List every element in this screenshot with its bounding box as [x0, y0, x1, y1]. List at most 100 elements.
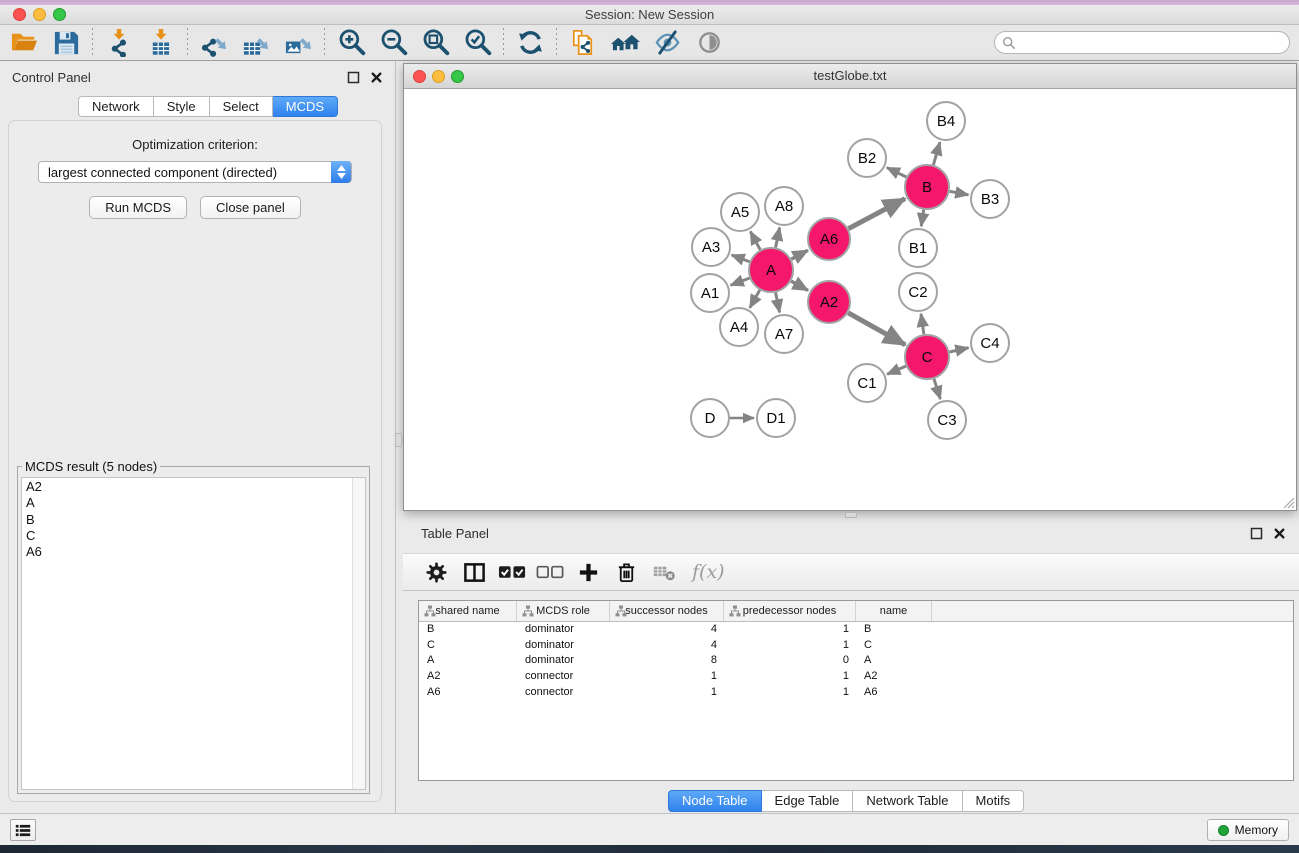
column-layout-icon[interactable]	[460, 558, 489, 587]
import-network-icon[interactable]	[103, 27, 135, 59]
tab-select[interactable]: Select	[210, 96, 273, 117]
column-header-predecessor-nodes[interactable]: predecessor nodes	[724, 601, 856, 621]
edge-B-B1[interactable]	[921, 210, 923, 226]
mcds-result-item[interactable]: B	[26, 512, 365, 528]
table-row[interactable]: Cdominator41C	[419, 638, 1293, 654]
table-row[interactable]: Bdominator41B	[419, 622, 1293, 638]
table-cell[interactable]: 1	[724, 669, 856, 685]
close-panel-button[interactable]: Close panel	[200, 196, 301, 219]
node-C3[interactable]: C3	[928, 401, 966, 439]
delete-column-icon[interactable]	[612, 558, 641, 587]
table-row[interactable]: Adominator80A	[419, 653, 1293, 669]
zoom-selected-icon[interactable]	[461, 27, 493, 59]
table-cell[interactable]: 1	[610, 685, 724, 701]
table-cell[interactable]: connector	[517, 669, 610, 685]
show-panel-list-button[interactable]	[10, 819, 36, 841]
table-cell[interactable]: A	[419, 653, 517, 669]
save-session-icon[interactable]	[50, 27, 82, 59]
deselect-all-checkboxes-icon[interactable]	[536, 558, 565, 587]
edge-A6-B[interactable]	[848, 199, 904, 229]
result-list-scrollbar[interactable]	[352, 478, 365, 789]
search-input[interactable]	[1016, 33, 1289, 52]
node-B1[interactable]: B1	[899, 229, 937, 267]
table-cell[interactable]: 1	[724, 685, 856, 701]
mcds-result-item[interactable]: A6	[26, 544, 365, 560]
node-A5[interactable]: A5	[721, 193, 759, 231]
column-header-successor-nodes[interactable]: successor nodes	[610, 601, 724, 621]
edge-C-C3[interactable]	[934, 379, 940, 399]
table-cell[interactable]: C	[856, 638, 932, 654]
node-A2[interactable]: A2	[808, 281, 850, 323]
birds-eye-view-icon[interactable]	[693, 27, 725, 59]
node-D[interactable]: D	[691, 399, 729, 437]
open-session-icon[interactable]	[8, 27, 40, 59]
edge-C-C1[interactable]	[887, 366, 906, 374]
edge-A-A6[interactable]	[791, 250, 808, 259]
table-cell[interactable]: A6	[856, 685, 932, 701]
column-header-MCDS-role[interactable]: MCDS role	[517, 601, 610, 621]
node-A1[interactable]: A1	[691, 274, 729, 312]
vertical-splitter-handle[interactable]	[395, 433, 402, 447]
mcds-result-item[interactable]: C	[26, 528, 365, 544]
zoom-fit-icon[interactable]	[419, 27, 451, 59]
node-C2[interactable]: C2	[899, 273, 937, 311]
node-C4[interactable]: C4	[971, 324, 1009, 362]
table-cell[interactable]: dominator	[517, 638, 610, 654]
run-mcds-button[interactable]: Run MCDS	[89, 196, 187, 219]
node-B[interactable]: B	[905, 165, 949, 209]
import-table-icon[interactable]	[145, 27, 177, 59]
table-cell[interactable]: dominator	[517, 622, 610, 638]
table-cell[interactable]: 1	[724, 622, 856, 638]
node-C[interactable]: C	[905, 335, 949, 379]
refresh-icon[interactable]	[514, 27, 546, 59]
edge-A-A4[interactable]	[750, 290, 760, 308]
table-cell[interactable]: 1	[724, 638, 856, 654]
node-A7[interactable]: A7	[765, 315, 803, 353]
zoom-in-icon[interactable]	[335, 27, 367, 59]
criterion-dropdown[interactable]: largest connected component (directed)	[38, 161, 352, 183]
add-column-icon[interactable]	[574, 558, 603, 587]
node-A3[interactable]: A3	[692, 228, 730, 266]
export-network-icon[interactable]	[198, 27, 230, 59]
tab-network[interactable]: Network	[78, 96, 154, 117]
delete-table-icon[interactable]	[650, 558, 679, 587]
edge-A-A2[interactable]	[791, 281, 808, 290]
edge-B-B4[interactable]	[933, 142, 940, 165]
table-row[interactable]: A6connector11A6	[419, 685, 1293, 701]
table-cell[interactable]: A2	[856, 669, 932, 685]
node-A4[interactable]: A4	[720, 308, 758, 346]
tab-mcds[interactable]: MCDS	[273, 96, 338, 117]
table-cell[interactable]: B	[419, 622, 517, 638]
node-C1[interactable]: C1	[848, 364, 886, 402]
table-cell[interactable]: dominator	[517, 653, 610, 669]
tab-network-table[interactable]: Network Table	[853, 790, 962, 812]
edge-A-A1[interactable]	[731, 278, 750, 285]
table-cell[interactable]: C	[419, 638, 517, 654]
table-cell[interactable]: A	[856, 653, 932, 669]
tab-edge-table[interactable]: Edge Table	[762, 790, 854, 812]
network-window-titlebar[interactable]: testGlobe.txt	[404, 64, 1296, 89]
edge-A-A5[interactable]	[750, 231, 760, 249]
table-cell[interactable]: 0	[724, 653, 856, 669]
tab-node-table[interactable]: Node Table	[668, 790, 762, 812]
table-cell[interactable]: 4	[610, 622, 724, 638]
zoom-out-icon[interactable]	[377, 27, 409, 59]
close-panel-icon[interactable]	[370, 71, 383, 84]
window-resize-grip[interactable]	[1282, 496, 1295, 509]
node-B2[interactable]: B2	[848, 139, 886, 177]
node-A8[interactable]: A8	[765, 187, 803, 225]
edge-C-C2[interactable]	[921, 314, 924, 334]
network-canvas[interactable]: ABCA2A6A1A3A4A5A7A8B1B2B3B4C1C2C3C4DD1	[404, 89, 1296, 510]
node-A[interactable]: A	[749, 248, 793, 292]
edge-B-B3[interactable]	[950, 191, 969, 195]
float-table-panel-icon[interactable]	[1250, 527, 1263, 540]
tab-style[interactable]: Style	[154, 96, 210, 117]
export-image-icon[interactable]	[282, 27, 314, 59]
table-cell[interactable]: connector	[517, 685, 610, 701]
hide-graphics-details-icon[interactable]	[651, 27, 683, 59]
table-settings-icon[interactable]	[422, 558, 451, 587]
table-cell[interactable]: 4	[610, 638, 724, 654]
edge-B-B2[interactable]	[887, 168, 906, 177]
edge-A-A7[interactable]	[776, 293, 780, 313]
memory-button[interactable]: Memory	[1207, 819, 1289, 841]
